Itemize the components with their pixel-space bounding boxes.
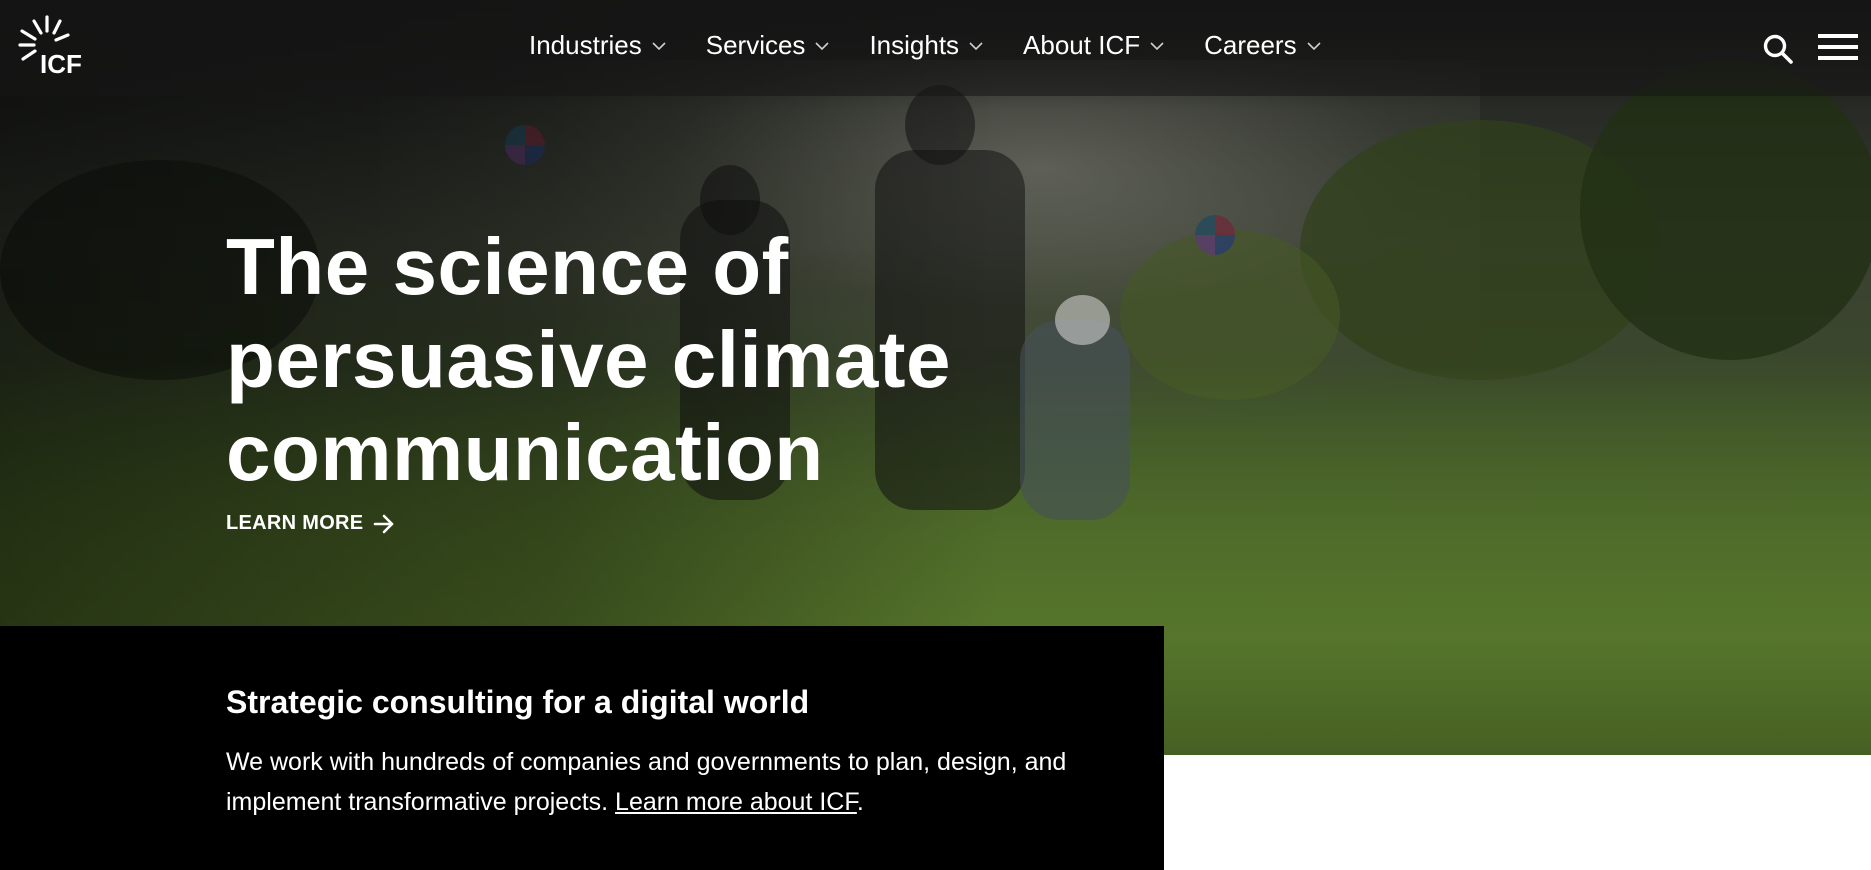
chevron-down-icon: [1150, 41, 1164, 50]
nav-item-label: Services: [705, 30, 806, 60]
top-navigation: ICF Industries Services Insights About I…: [0, 0, 1871, 96]
learn-more-about-icf-link[interactable]: Learn more about ICF: [615, 788, 857, 816]
hero-headline: The science of persuasive climate commun…: [226, 222, 951, 497]
nav-item-insights[interactable]: Insights: [869, 30, 983, 61]
nav-item-label: About ICF: [1023, 30, 1141, 60]
hero-figure-boy-head: [1055, 295, 1110, 345]
intro-body: We work with hundreds of companies and g…: [226, 742, 1126, 822]
chevron-down-icon: [815, 41, 830, 50]
learn-more-label: LEARN MORE: [226, 512, 364, 534]
search-icon: [1763, 34, 1793, 64]
hamburger-menu-icon: [1818, 34, 1858, 60]
pinwheel-icon: [1195, 215, 1235, 255]
search-button[interactable]: [1762, 33, 1794, 65]
nav-item-label: Careers: [1204, 30, 1297, 60]
chevron-down-icon: [1307, 41, 1321, 50]
nav-item-label: Insights: [869, 30, 960, 60]
arrow-right-icon: [374, 514, 394, 533]
primary-nav: Industries Services Insights About ICF C…: [529, 30, 1361, 61]
nav-item-industries[interactable]: Industries: [529, 30, 666, 61]
chevron-down-icon: [969, 41, 983, 50]
hero-figure-boy: [1020, 320, 1130, 520]
icf-logo-mark-icon: ICF: [18, 15, 82, 79]
nav-item-careers[interactable]: Careers: [1204, 30, 1321, 61]
learn-more-link[interactable]: LEARN MORE: [226, 512, 395, 535]
nav-item-label: Industries: [529, 30, 642, 60]
icf-logo[interactable]: ICF: [18, 15, 96, 79]
nav-item-about-icf[interactable]: About ICF: [1023, 30, 1164, 61]
intro-body-suffix: .: [856, 788, 864, 816]
chevron-down-icon: [652, 41, 666, 50]
logo-text: ICF: [40, 49, 82, 77]
intro-heading: Strategic consulting for a digital world: [226, 684, 810, 720]
menu-button[interactable]: [1818, 33, 1858, 61]
intro-panel: Strategic consulting for a digital world…: [0, 626, 1164, 870]
nav-item-services[interactable]: Services: [706, 30, 830, 61]
